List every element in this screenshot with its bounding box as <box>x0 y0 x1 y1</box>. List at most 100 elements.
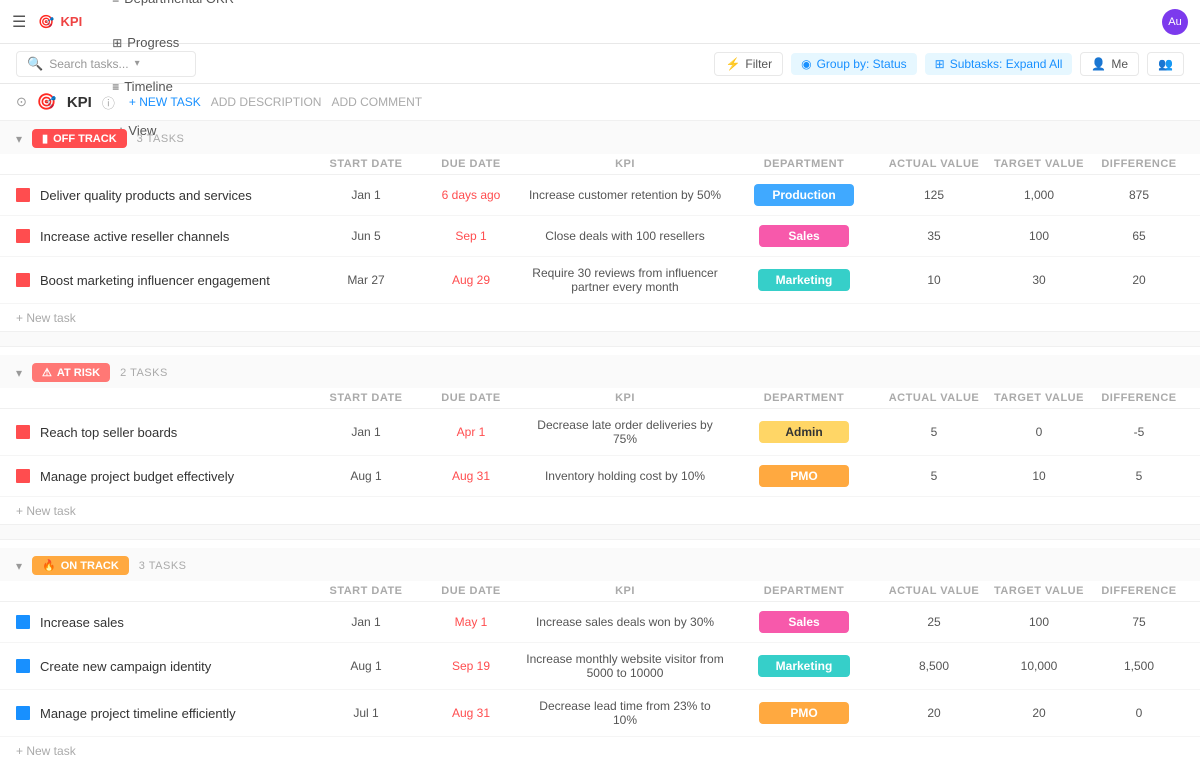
nav-tab-view[interactable]: + View <box>102 110 268 154</box>
status-badge-on-track[interactable]: 🔥 ON TRACK <box>32 556 129 575</box>
logo-icon: 🎯 <box>38 14 54 30</box>
kpi-title: KPI <box>67 94 92 111</box>
task-diff-value: 65 <box>1094 229 1184 243</box>
new-task-btn-on-track[interactable]: + New task <box>16 744 76 758</box>
task-checkbox[interactable] <box>16 229 30 243</box>
search-box[interactable]: 🔍 Search tasks... ▾ <box>16 51 196 77</box>
task-row[interactable]: Deliver quality products and services Ja… <box>0 175 1200 216</box>
task-kpi-value: Decrease late order deliveries by 75% <box>526 418 724 446</box>
task-kpi-value: Inventory holding cost by 10% <box>526 469 724 483</box>
task-count-on-track: 3 TASKS <box>139 560 187 572</box>
task-checkbox[interactable] <box>16 469 30 483</box>
add-desc-btn[interactable]: ADD DESCRIPTION <box>211 95 322 109</box>
task-name: Increase active reseller channels <box>40 229 314 244</box>
col-start-header: START DATE <box>316 392 416 404</box>
task-row[interactable]: Increase sales Jan 1 May 1 Increase sale… <box>0 602 1200 643</box>
avatar[interactable]: Au <box>1162 9 1188 35</box>
section-collapse-off-track[interactable]: ▾ <box>16 132 22 146</box>
col-diff-header: DIFFERENCE <box>1094 585 1184 597</box>
hamburger-icon[interactable]: ☰ <box>12 12 26 32</box>
add-comment-btn[interactable]: ADD COMMENT <box>331 95 422 109</box>
task-actual-value: 35 <box>884 229 984 243</box>
task-row[interactable]: Boost marketing influencer engagement Ma… <box>0 257 1200 304</box>
col-dept-header: DEPARTMENT <box>724 585 884 597</box>
task-row[interactable]: Increase active reseller channels Jun 5 … <box>0 216 1200 257</box>
task-checkbox[interactable] <box>16 706 30 720</box>
task-start-date: Aug 1 <box>316 659 416 673</box>
status-badge-at-risk[interactable]: ⚠ AT RISK <box>32 363 110 382</box>
col-dept-header: DEPARTMENT <box>724 158 884 170</box>
task-checkbox[interactable] <box>16 659 30 673</box>
task-diff-value: 20 <box>1094 273 1184 287</box>
task-checkbox[interactable] <box>16 615 30 629</box>
status-badge-off-track[interactable]: ▮ OFF TRACK <box>32 129 127 148</box>
col-dept-header: DEPARTMENT <box>724 392 884 404</box>
section-off-track: ▾ ▮ OFF TRACK 3 TASKS START DATE DUE DAT… <box>0 121 1200 347</box>
app-logo: 🎯 KPI <box>38 14 82 30</box>
task-actual-value: 125 <box>884 188 984 202</box>
tab-label: Departmental OKR <box>124 0 234 6</box>
section-collapse-at-risk[interactable]: ▾ <box>16 366 22 380</box>
subtasks-label: Subtasks: Expand All <box>950 57 1063 71</box>
new-task-row-on-track: + New task <box>0 737 1200 764</box>
task-diff-value: 875 <box>1094 188 1184 202</box>
task-checkbox[interactable] <box>16 188 30 202</box>
new-task-btn-off-track[interactable]: + New task <box>16 311 76 325</box>
nav-tabs: 📄Getting Started Guide≡Summary≡Departmen… <box>102 0 268 154</box>
col-kpi-header: KPI <box>526 392 724 404</box>
task-target-value: 100 <box>984 615 1094 629</box>
task-count-off-track: 3 TASKS <box>137 133 185 145</box>
avatar-circle: Au <box>1162 9 1188 35</box>
task-row[interactable]: Manage project budget effectively Aug 1 … <box>0 456 1200 497</box>
task-kpi-value: Require 30 reviews from influencer partn… <box>526 266 724 294</box>
badge-icon-on-track: 🔥 <box>42 559 56 572</box>
col-actual-header: ACTUAL VALUE <box>884 585 984 597</box>
col-headers-off-track: START DATE DUE DATE KPI DEPARTMENT ACTUA… <box>0 154 1200 175</box>
task-name: Increase sales <box>40 615 314 630</box>
tab-icon: ⊞ <box>112 36 122 50</box>
top-nav: ☰ 🎯 KPI 📄Getting Started Guide≡Summary≡D… <box>0 0 1200 44</box>
subtasks-icon: ⊞ <box>935 57 945 71</box>
task-dept: Marketing <box>724 269 884 291</box>
members-button[interactable]: 👥 <box>1147 52 1184 76</box>
new-task-btn-at-risk[interactable]: + New task <box>16 504 76 518</box>
task-row[interactable]: Create new campaign identity Aug 1 Sep 1… <box>0 643 1200 690</box>
task-diff-value: 1,500 <box>1094 659 1184 673</box>
kpi-collapse-btn[interactable]: ⊙ <box>16 94 27 110</box>
task-dept: PMO <box>724 702 884 724</box>
task-name: Create new campaign identity <box>40 659 314 674</box>
col-kpi-header: KPI <box>526 585 724 597</box>
group-by-button[interactable]: ◉ Group by: Status <box>791 53 917 75</box>
task-dept: Sales <box>724 225 884 247</box>
filter-icon: ⚡ <box>725 57 740 71</box>
task-actual-value: 5 <box>884 469 984 483</box>
search-placeholder: Search tasks... <box>49 57 128 71</box>
col-actual-header: ACTUAL VALUE <box>884 158 984 170</box>
task-row[interactable]: Manage project timeline efficiently Jul … <box>0 690 1200 737</box>
task-name-cell: Create new campaign identity <box>16 659 316 674</box>
task-row[interactable]: Reach top seller boards Jan 1 Apr 1 Decr… <box>0 409 1200 456</box>
task-checkbox[interactable] <box>16 273 30 287</box>
kpi-target-icon: 🎯 <box>37 92 57 112</box>
task-name-cell: Boost marketing influencer engagement <box>16 273 316 288</box>
task-start-date: Aug 1 <box>316 469 416 483</box>
tab-label: Timeline <box>124 79 173 94</box>
add-task-btn[interactable]: + NEW TASK <box>129 95 201 109</box>
nav-tab-departmental-okr[interactable]: ≡Departmental OKR <box>102 0 268 22</box>
kpi-info-icon[interactable]: ⓘ <box>102 93 115 112</box>
task-checkbox[interactable] <box>16 425 30 439</box>
task-name: Deliver quality products and services <box>40 188 314 203</box>
task-due-date: Aug 31 <box>416 469 526 483</box>
me-button[interactable]: 👤 Me <box>1080 52 1139 76</box>
subtasks-button[interactable]: ⊞ Subtasks: Expand All <box>925 53 1073 75</box>
nav-right: Au <box>1162 9 1188 35</box>
dept-tag: Marketing <box>758 655 851 677</box>
filter-button[interactable]: ⚡ Filter <box>714 52 783 76</box>
task-dept: PMO <box>724 465 884 487</box>
col-actual-header: ACTUAL VALUE <box>884 392 984 404</box>
section-collapse-on-track[interactable]: ▾ <box>16 559 22 573</box>
task-dept: Sales <box>724 611 884 633</box>
dept-tag: PMO <box>759 702 849 724</box>
task-name: Manage project budget effectively <box>40 469 314 484</box>
task-start-date: Mar 27 <box>316 273 416 287</box>
